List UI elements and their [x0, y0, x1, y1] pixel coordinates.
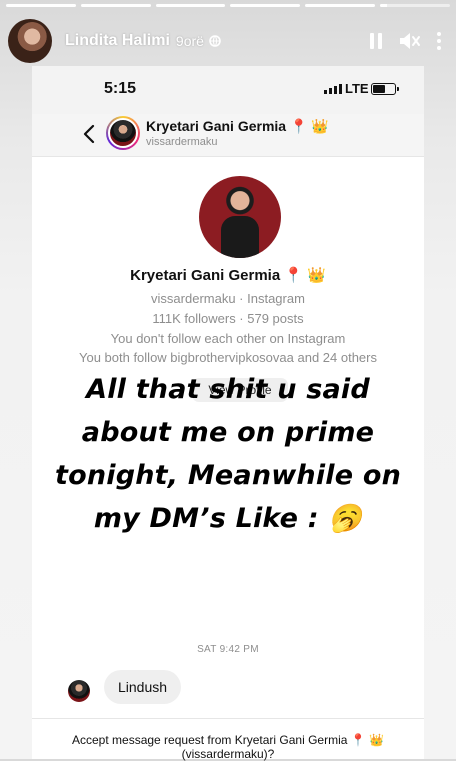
overlay-line-1: All that shit u said: [86, 374, 370, 405]
chat-header: Kryetari Gani Germia 📍 👑 vissardermaku: [32, 114, 424, 156]
chat-handle: vissardermaku: [146, 136, 218, 148]
chat-name[interactable]: Kryetari Gani Germia 📍 👑: [146, 118, 329, 135]
accept-request-text: Accept message request from Kryetari Gan…: [72, 733, 384, 761]
phone-status-bar: 5:15 LTE: [32, 66, 424, 114]
profile-photo[interactable]: [199, 176, 281, 258]
speaker-muted-icon[interactable]: [398, 29, 422, 53]
profile-name: Kryetari Gani Germia 📍 👑: [130, 267, 326, 284]
story-segment: [80, 4, 151, 7]
overlay-line-2: about me on prime: [81, 417, 375, 448]
overlay-line-4: my DM’s Like : 🥱: [93, 503, 363, 534]
story-segment: [6, 4, 76, 7]
header-divider: [32, 156, 424, 157]
back-arrow-icon[interactable]: [78, 122, 102, 146]
message-avatar: [68, 680, 90, 702]
story-avatar[interactable]: [8, 19, 52, 63]
story-header: Lindita Halimi 9orë: [8, 18, 446, 64]
more-icon[interactable]: [432, 29, 446, 53]
pause-icon[interactable]: [364, 29, 388, 53]
profile-follow-status: You don't follow each other on Instagram: [110, 331, 346, 346]
story-username[interactable]: Lindita Halimi: [65, 32, 170, 50]
story-segment: [380, 4, 450, 7]
footer-divider: [32, 718, 424, 719]
network-label: LTE: [345, 81, 369, 96]
status-time: 5:15: [104, 80, 137, 97]
story-segment: [305, 4, 376, 7]
story-segment: [155, 4, 226, 7]
profile-handle-line: vissardermaku · Instagram: [151, 291, 305, 306]
message-date: SAT 9:42 PM: [197, 644, 259, 655]
signal-icon: [324, 84, 342, 94]
profile-stats: 111K followers · 579 posts: [152, 311, 304, 326]
message-bubble[interactable]: Lindush: [104, 670, 182, 704]
overlay-line-3: tonight, Meanwhile on: [54, 460, 402, 491]
story-globe-icon: [209, 35, 221, 47]
story-progress: [6, 4, 450, 8]
story-text-overlay: All that shit u said about me on prime t…: [8, 368, 448, 540]
chat-avatar[interactable]: [106, 116, 140, 150]
story-time: 9orë: [175, 33, 204, 49]
battery-icon: [371, 83, 399, 95]
profile-mutuals: You both follow bigbrothervipkosovaa and…: [78, 350, 377, 365]
story-segment: [230, 4, 301, 7]
